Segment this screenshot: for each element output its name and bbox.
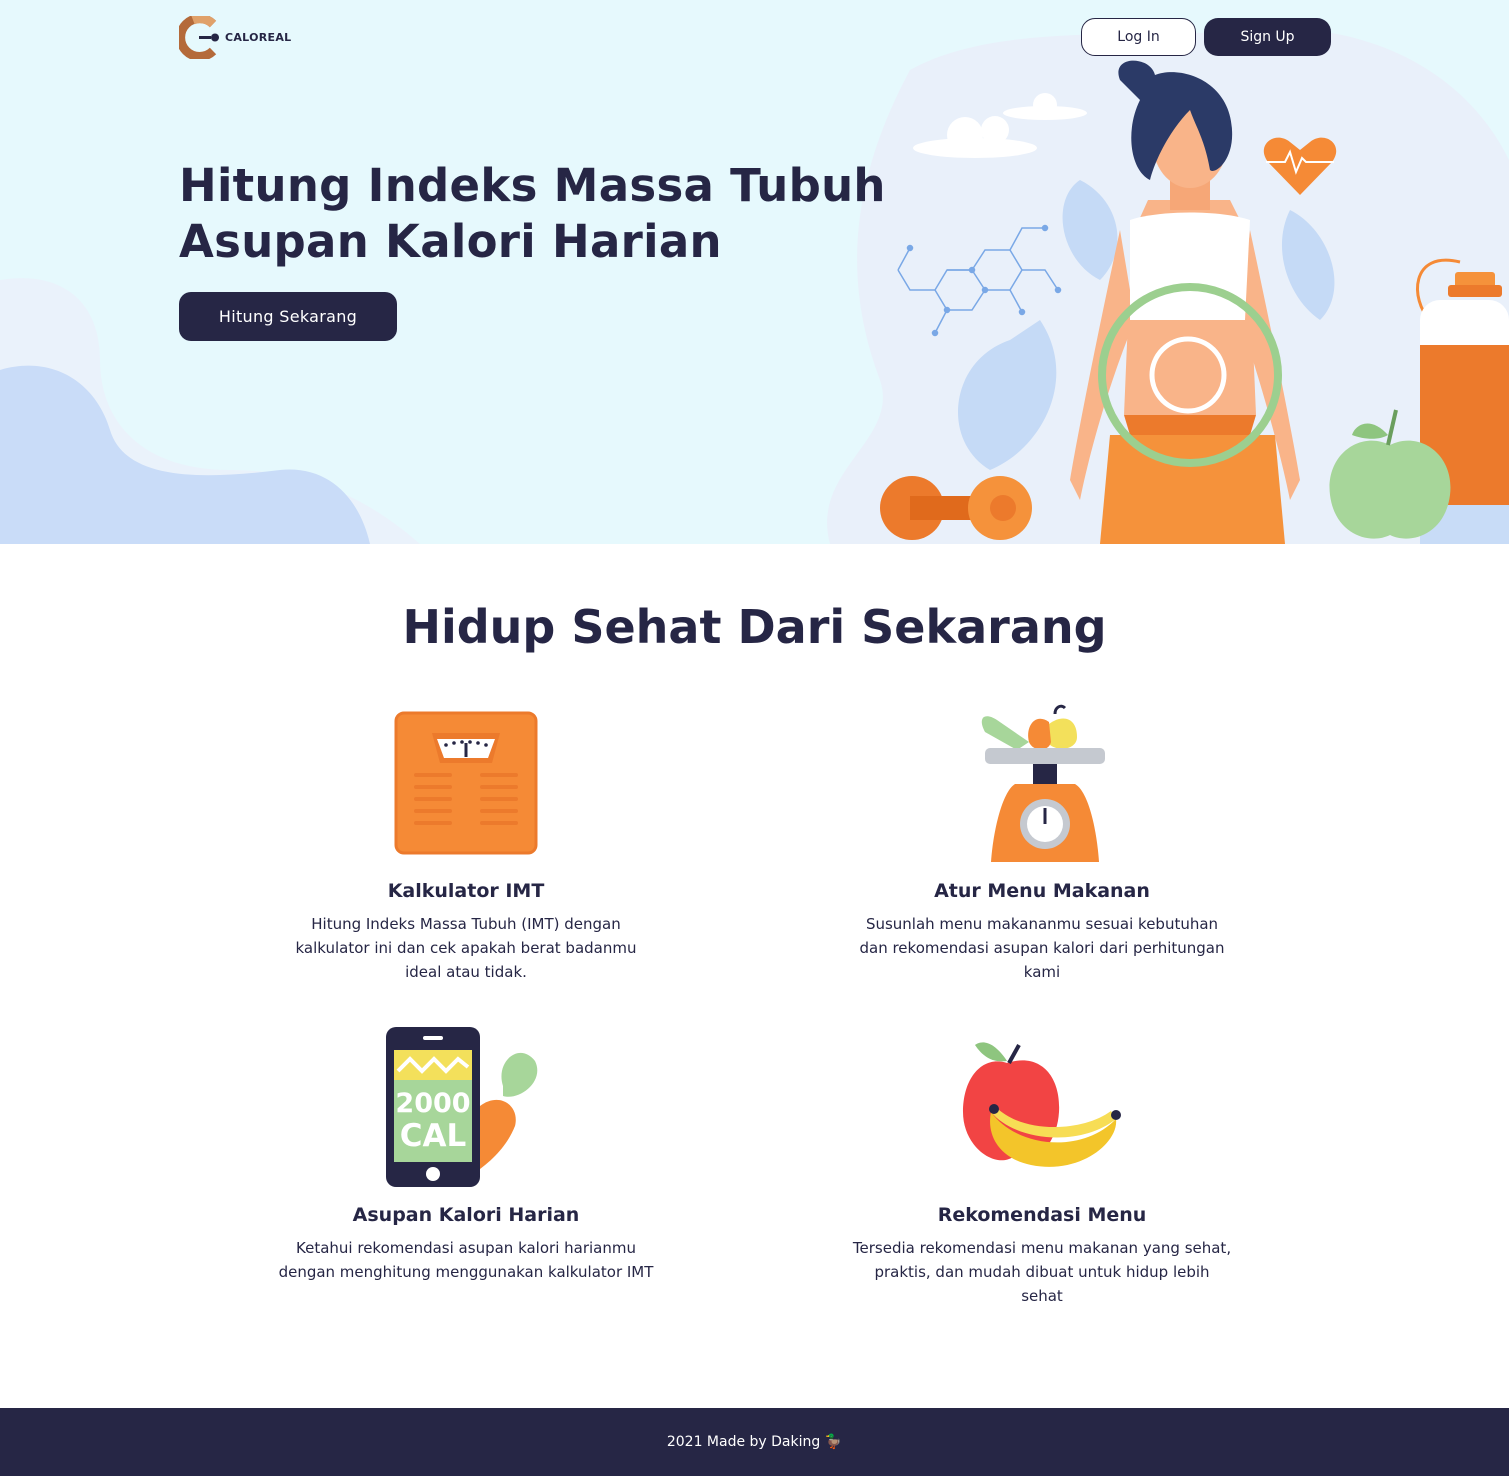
feature-description: Ketahui rekomendasi asupan kalori harian… (278, 1239, 654, 1281)
feature-description: Susunlah menu makananmu sesuai kebutuhan… (859, 915, 1225, 981)
feature-description: Tersedia rekomendasi menu makanan yang s… (852, 1239, 1232, 1305)
hero-title: Hitung Indeks Massa Tubuh Asupan Kalori … (179, 158, 899, 270)
feature-title: Asupan Kalori Harian (352, 1204, 580, 1226)
calorie-phone-icon: 2000 CAL (386, 1027, 538, 1187)
molecule-icon (897, 224, 1062, 337)
feature-title: Atur Menu Makanan (934, 880, 1150, 902)
brand-name: CALOREAL (225, 31, 292, 44)
feature-icon (952, 1026, 1132, 1188)
brand-logo[interactable]: CALOREAL (179, 16, 291, 59)
dumbbell-icon (880, 476, 1032, 540)
woman-figure (1070, 60, 1300, 544)
calculate-now-button[interactable]: Hitung Sekarang (179, 292, 397, 341)
c-logo-icon (179, 16, 219, 59)
feature-description: Hitung Indeks Massa Tubuh (IMT) dengan k… (295, 915, 637, 981)
icon-text-cal: CAL (400, 1118, 467, 1154)
feature-meal-planner: Atur Menu Makanan Susunlah menu makananm… (842, 702, 1242, 984)
cloud-icon (913, 93, 1087, 158)
woman-metabolism-illustration (880, 60, 1509, 544)
feature-icon (376, 702, 556, 864)
feature-title: Rekomendasi Menu (937, 1204, 1147, 1226)
hero-title-line-2: Asupan Kalori Harian (179, 215, 722, 268)
apple-banana-icon (963, 1042, 1121, 1167)
heartbeat-icon (1263, 137, 1337, 195)
feature-icon (952, 702, 1132, 864)
bathroom-scale-icon (394, 711, 538, 855)
section-title: Hidup Sehat Dari Sekarang (402, 600, 1107, 654)
hero-section: CALOREAL Log In Sign Up Hitung Indeks Ma… (0, 0, 1509, 544)
feature-menu-recommendation: Rekomendasi Menu Tersedia rekomendasi me… (842, 1026, 1242, 1308)
feature-title: Kalkulator IMT (387, 880, 545, 902)
feature-daily-calorie: 2000 CAL Asupan Kalori Harian Ketahui re… (266, 1026, 666, 1284)
feature-bmi-calculator: Kalkulator IMT Hitung Indeks Massa Tubuh… (266, 702, 666, 984)
icon-text-2000: 2000 (395, 1088, 470, 1119)
footer: 2021 Made by Daking 🦆 (0, 1408, 1509, 1476)
hero-title-line-1: Hitung Indeks Massa Tubuh (179, 159, 886, 212)
footer-text: 2021 Made by Daking 🦆 (666, 1434, 843, 1450)
feature-icon: 2000 CAL (376, 1026, 556, 1188)
food-scale-icon (981, 704, 1105, 862)
